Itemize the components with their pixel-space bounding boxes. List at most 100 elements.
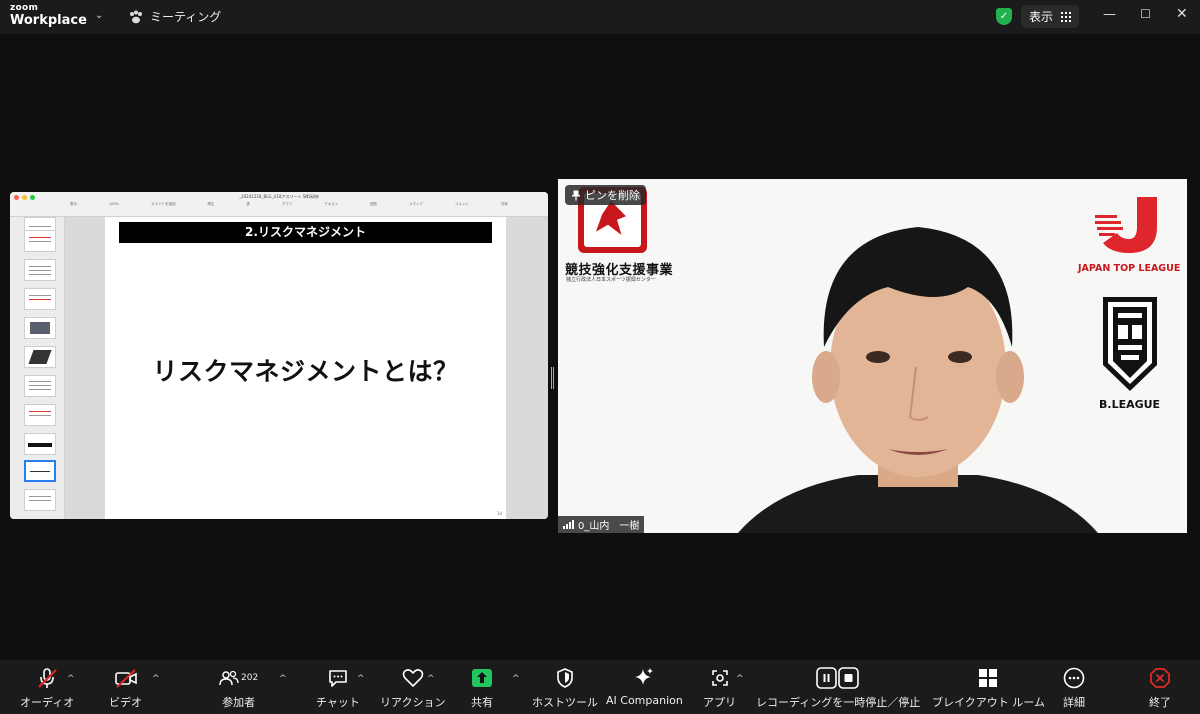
pause-stop-recording-icon <box>816 666 860 690</box>
canvas-margin-right <box>506 217 548 519</box>
slide-thumbnail <box>24 489 56 511</box>
unpin-label: ピンを削除 <box>585 189 640 202</box>
slide-body-text: リスクマネジメントとは？ <box>152 357 459 386</box>
shield-check-icon[interactable]: ✓ <box>996 8 1012 25</box>
apps-icon <box>709 666 731 690</box>
ai-companion-label: AI Companion <box>606 694 683 707</box>
share-screen-icon <box>471 666 493 690</box>
participants-button[interactable]: 202 参加者 <box>219 666 258 710</box>
close-icon[interactable]: ✕ <box>1176 6 1188 22</box>
video-off-icon <box>114 666 138 690</box>
video-button[interactable]: ビデオ <box>109 666 142 710</box>
mic-muted-icon <box>36 666 58 690</box>
end-label: 終了 <box>1149 696 1171 709</box>
video-options-caret-icon[interactable]: ^ <box>152 674 160 684</box>
chat-icon <box>327 666 349 690</box>
slide-thumbnail <box>24 404 56 426</box>
chat-label: チャット <box>316 696 360 709</box>
slide-thumbnail-selected <box>24 460 56 482</box>
chat-options-caret-icon[interactable]: ^ <box>357 674 365 684</box>
participant-video-feed <box>738 227 1098 533</box>
maximize-icon[interactable]: ☐ <box>1140 7 1151 21</box>
view-button[interactable]: 表示 <box>1021 5 1080 28</box>
meeting-menu[interactable]: ミーティング <box>128 8 221 25</box>
audio-label: オーディオ <box>20 696 75 709</box>
slide-thumbnail <box>24 259 56 281</box>
zoom-workplace-logo: zoom Workplace <box>10 3 87 28</box>
tool-comment: コメント <box>454 202 469 206</box>
participant-name-tag: 0_山内 一樹 <box>558 516 645 533</box>
share-button[interactable]: 共有 <box>471 666 493 710</box>
apps-label: アプリ <box>703 696 736 709</box>
more-icon <box>1063 666 1085 690</box>
grid-icon <box>1061 11 1072 22</box>
slide-thumbnail <box>24 433 56 455</box>
slide-navigator <box>10 217 65 519</box>
split-resize-handle[interactable] <box>551 367 554 389</box>
slide-number: 14 <box>496 511 502 516</box>
chat-button[interactable]: チャット <box>316 666 360 710</box>
heart-icon <box>402 666 424 690</box>
audio-options-caret-icon[interactable]: ^ <box>67 674 75 684</box>
recording-button[interactable]: レコーディングを一時停止／停止 <box>756 666 920 710</box>
view-label: 表示 <box>1029 10 1054 24</box>
end-button[interactable]: 終了 <box>1149 666 1171 710</box>
current-slide: 2.リスクマネジメント リスクマネジメントとは？ 14 <box>105 217 506 519</box>
slide-thumbnail <box>24 346 56 368</box>
bleague-logo <box>1103 297 1157 391</box>
participants-label: 参加者 <box>222 696 256 709</box>
reactions-button[interactable]: リアクション <box>380 666 445 710</box>
meeting-controls: オーディオ ^ ビデオ ^ 202 参加者 ^ チャット ^ リアクション ^ … <box>0 660 1200 714</box>
shared-screen[interactable]: _20241218_BLG_U18アスリート SNS研修 表示 100% スライ… <box>10 192 548 519</box>
tool-text: テキスト <box>324 202 339 206</box>
canvas-margin-left <box>65 217 105 519</box>
breakout-rooms-icon <box>978 666 998 690</box>
participants-options-caret-icon[interactable]: ^ <box>279 674 287 684</box>
minimize-icon[interactable]: — <box>1103 7 1116 22</box>
video-label: ビデオ <box>109 696 142 709</box>
audio-button[interactable]: オーディオ <box>20 666 74 710</box>
tool-add-slide: スライドを追加 <box>150 202 176 206</box>
slide-header: 2.リスクマネジメント <box>119 222 492 243</box>
brand-large: Workplace <box>10 13 87 28</box>
slide-thumbnail <box>24 288 56 310</box>
keynote-toolbar: 表示 100% スライドを追加 再生 表 グラフ テキスト 図形 メディア コメ… <box>70 202 508 207</box>
presentation-title: _20241218_BLG_U18アスリート SNS研修 <box>239 194 319 199</box>
more-button[interactable]: 詳細 <box>1063 666 1085 710</box>
more-label: 詳細 <box>1063 696 1085 709</box>
apps-options-caret-icon[interactable]: ^ <box>736 674 744 684</box>
slide-thumbnail <box>24 375 56 397</box>
tool-view: 表示 <box>70 202 77 206</box>
brand-small: zoom <box>10 3 39 13</box>
tool-chart: グラフ <box>281 202 293 206</box>
participant-video-tile[interactable]: ピンを削除 競技強化支援事業 独立行政法人日本スポーツ振興センター JAPAN … <box>558 179 1187 533</box>
breakout-rooms-button[interactable]: ブレイクアウト ルーム <box>932 666 1045 710</box>
participant-name: 0_山内 一樹 <box>578 521 640 532</box>
breakout-rooms-label: ブレイクアウト ルーム <box>932 696 1045 709</box>
tool-table: 表 <box>246 202 250 206</box>
paw-icon <box>130 10 142 23</box>
share-options-caret-icon[interactable]: ^ <box>512 674 520 684</box>
shield-icon <box>556 666 574 690</box>
participants-count: 202 <box>241 673 259 683</box>
chevron-down-icon[interactable]: ⌄ <box>95 10 103 21</box>
keynote-titlebar: _20241218_BLG_U18アスリート SNS研修 表示 100% スライ… <box>10 192 548 217</box>
recording-label: レコーディングを一時停止／停止 <box>756 696 921 709</box>
pin-icon <box>572 190 580 200</box>
host-tools-button[interactable]: ホストツール <box>532 666 598 710</box>
share-label: 共有 <box>471 696 493 709</box>
end-meeting-icon <box>1149 666 1171 690</box>
tool-share: 共有 <box>500 202 508 206</box>
tool-media: メディア <box>409 202 423 206</box>
org-subtitle: 独立行政法人日本スポーツ振興センター <box>566 277 656 283</box>
meeting-label: ミーティング <box>150 10 222 24</box>
tool-play: 再生 <box>207 202 215 206</box>
slide-thumbnail <box>24 317 56 339</box>
participants-icon: 202 <box>219 666 258 690</box>
ai-companion-button[interactable]: AI Companion <box>606 666 683 707</box>
apps-button[interactable]: アプリ <box>703 666 736 710</box>
reactions-label: リアクション <box>380 696 446 709</box>
unpin-button[interactable]: ピンを削除 <box>565 185 646 205</box>
slide-thumbnail <box>24 230 56 252</box>
reactions-options-caret-icon[interactable]: ^ <box>427 674 435 684</box>
